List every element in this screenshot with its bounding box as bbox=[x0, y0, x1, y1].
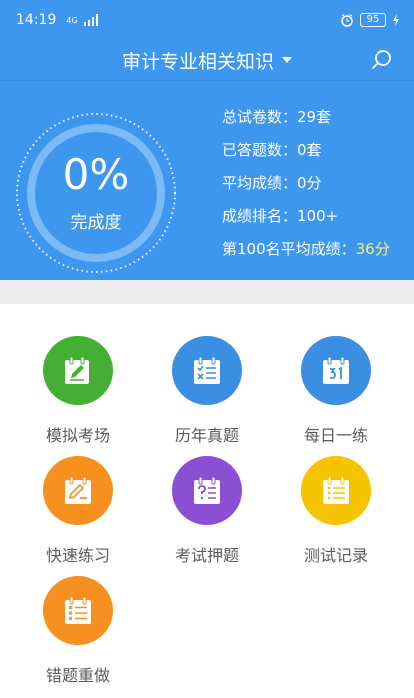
menu-daily-practice[interactable]: 每日一练 bbox=[271, 326, 401, 446]
tile-icon-bg bbox=[43, 456, 113, 525]
stat-label: 已答题数： bbox=[222, 141, 298, 159]
signal-icon bbox=[83, 14, 98, 26]
stats-list: 总试卷数：29套 已答题数：0套 平均成绩：0分 成绩排名：100+ 第100名… bbox=[222, 107, 412, 259]
tile-icon-bg bbox=[301, 456, 371, 525]
menu-redo-wrong[interactable]: 错题重做 bbox=[13, 566, 143, 686]
app-header: 审计专业相关知识 bbox=[0, 40, 414, 80]
quick-edit-notepad-icon bbox=[65, 476, 91, 504]
tile-icon-bg bbox=[43, 576, 113, 645]
stat-answered: 已答题数：0套 bbox=[222, 140, 412, 160]
progress-display: 0% 完成度 bbox=[14, 111, 178, 275]
menu-quick-practice[interactable]: 快速练习 bbox=[13, 446, 143, 566]
menu-grid: 模拟考场 历年真题 每日一练 快速练习 考试押题 测试记录 错题重做 bbox=[0, 304, 414, 698]
section-divider bbox=[0, 280, 414, 304]
wrong-list-notepad-icon bbox=[65, 596, 91, 624]
stat-value-highlight: 36分 bbox=[355, 240, 390, 258]
charging-icon bbox=[393, 14, 399, 26]
battery-icon: 95 bbox=[360, 13, 386, 27]
subject-selector[interactable]: 审计专业相关知识 bbox=[122, 47, 292, 74]
tile-icon-bg bbox=[301, 336, 371, 405]
stats-panel: 0% 完成度 总试卷数：29套 已答题数：0套 平均成绩：0分 成绩排名：100… bbox=[0, 80, 414, 280]
network-type: 4G bbox=[66, 15, 78, 25]
checklist-notepad-icon bbox=[194, 356, 220, 384]
battery-level: 95 bbox=[366, 14, 380, 25]
stat-value: 100+ bbox=[297, 207, 339, 225]
stat-label: 平均成绩： bbox=[222, 174, 298, 192]
status-right: 95 bbox=[340, 13, 400, 27]
question-notepad-icon bbox=[194, 476, 220, 504]
stat-label: 总试卷数： bbox=[222, 108, 298, 126]
progress-label: 完成度 bbox=[70, 212, 122, 233]
stat-label: 第100名平均成绩： bbox=[222, 240, 356, 258]
tile-label: 测试记录 bbox=[303, 546, 368, 565]
calendar-icon bbox=[323, 356, 349, 384]
tile-label: 模拟考场 bbox=[45, 426, 110, 445]
stat-label: 成绩排名： bbox=[222, 207, 298, 225]
alarm-icon bbox=[341, 13, 353, 27]
tile-icon-bg bbox=[172, 336, 242, 405]
search-icon[interactable] bbox=[370, 48, 394, 72]
stat-value: 29套 bbox=[297, 108, 332, 126]
tile-label: 快速练习 bbox=[45, 546, 110, 565]
menu-exam-predictions[interactable]: 考试押题 bbox=[142, 446, 272, 566]
tile-label: 每日一练 bbox=[303, 426, 368, 445]
status-time: 14:19 bbox=[16, 12, 57, 28]
stat-total-papers: 总试卷数：29套 bbox=[222, 107, 412, 127]
stat-value: 0分 bbox=[297, 174, 322, 192]
stat-value: 0套 bbox=[297, 141, 322, 159]
progress-value: 0% bbox=[62, 149, 130, 199]
tile-icon-bg bbox=[43, 336, 113, 405]
header-title: 审计专业相关知识 bbox=[121, 50, 274, 73]
status-bar: 14:19 4G 95 bbox=[0, 0, 414, 40]
stat-average-score: 平均成绩：0分 bbox=[222, 173, 412, 193]
tile-label: 历年真题 bbox=[174, 426, 239, 445]
stat-ranking: 成绩排名：100+ bbox=[222, 206, 412, 226]
tile-label: 考试押题 bbox=[174, 546, 239, 565]
menu-test-records[interactable]: 测试记录 bbox=[271, 446, 401, 566]
stat-top100-average: 第100名平均成绩：36分 bbox=[222, 239, 412, 259]
menu-mock-exam[interactable]: 模拟考场 bbox=[13, 326, 143, 446]
tile-label: 错题重做 bbox=[45, 666, 110, 685]
menu-past-exams[interactable]: 历年真题 bbox=[142, 326, 272, 446]
status-left: 14:19 4G bbox=[16, 12, 98, 28]
edit-notepad-icon bbox=[65, 356, 89, 384]
caret-down-icon bbox=[282, 57, 292, 63]
list-notepad-icon bbox=[323, 476, 349, 504]
tile-icon-bg bbox=[172, 456, 242, 525]
